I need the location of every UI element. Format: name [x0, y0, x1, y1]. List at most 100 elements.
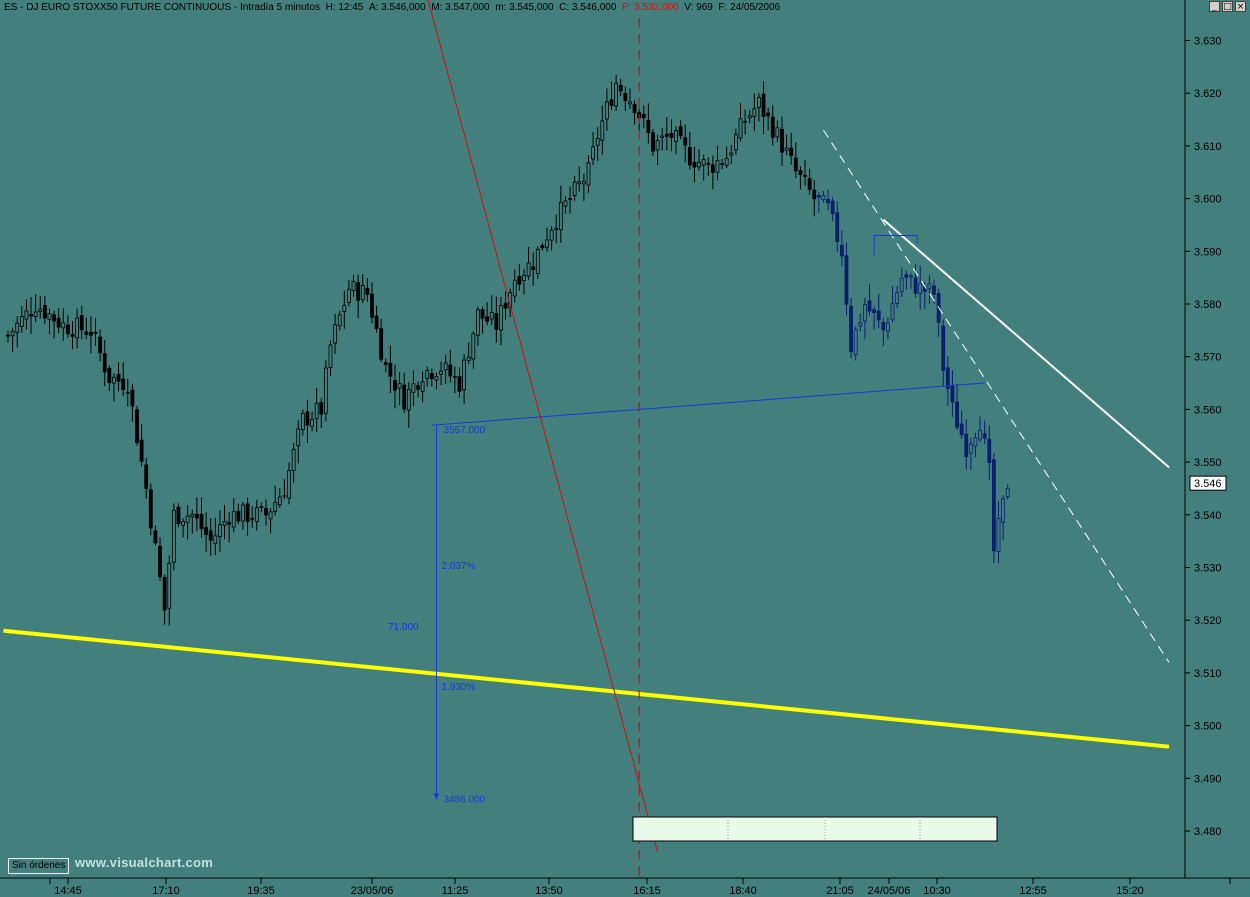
order-panel[interactable]: [632, 816, 998, 842]
candle-body: [581, 180, 586, 185]
candle-body: [231, 511, 236, 528]
x-tick-label: 24/05/06: [868, 885, 911, 897]
close-value: 3.546,000: [571, 2, 617, 13]
candle-body: [194, 513, 199, 519]
candle-body: [296, 428, 301, 447]
candle-body: [489, 312, 494, 320]
candle-body: [770, 116, 775, 138]
x-tick-label: 19:35: [247, 885, 275, 897]
candle-body: [522, 274, 526, 282]
candle-body: [724, 158, 729, 166]
candle-body: [139, 439, 144, 462]
candle-body: [443, 362, 448, 371]
maximize-button[interactable]: □: [1222, 1, 1233, 12]
candle-body: [462, 359, 466, 391]
candle-body: [991, 459, 996, 552]
candle-body: [531, 266, 536, 270]
candle-body: [816, 195, 821, 198]
symbol-title: ES - DJ EURO STOXX50 FUTURE CONTINUOUS -…: [4, 2, 320, 13]
date-value: 24/05/2006: [730, 2, 781, 13]
candle-body: [167, 562, 172, 609]
candle-body: [729, 152, 734, 156]
candle-body: [310, 418, 314, 427]
candle-body: [397, 383, 402, 389]
candle-body: [70, 333, 75, 337]
candle-body: [660, 135, 665, 138]
close-button[interactable]: ×: [1235, 1, 1246, 12]
orders-badge[interactable]: Sin órdenes: [8, 858, 70, 874]
candle-body: [614, 82, 619, 107]
candle-body: [56, 317, 61, 328]
candle-body: [452, 376, 457, 378]
price-chart[interactable]: 3557.000 3486.000 2.037% 71.000 1.930% 3.480…: [0, 0, 1250, 897]
plot-area: [0, 0, 1185, 878]
candle-body: [19, 316, 24, 327]
candle-body: [393, 380, 397, 391]
candle-body: [996, 518, 1001, 552]
candle-body: [218, 524, 222, 538]
window-controls: _ □ ×: [1209, 1, 1246, 12]
candle-body: [600, 120, 605, 141]
candle-body: [259, 506, 264, 508]
candle-body: [747, 115, 752, 119]
candle-body: [1005, 488, 1010, 498]
candle-body: [337, 314, 342, 327]
candle-body: [720, 163, 724, 165]
candle-body: [577, 181, 582, 185]
candle-body: [886, 322, 890, 332]
candle-body: [1001, 498, 1006, 523]
candle-body: [360, 285, 365, 300]
measure-mid-label: 1.930%: [441, 682, 475, 693]
measure-top-label: 3557.000: [443, 425, 485, 436]
candle-body: [121, 378, 126, 391]
candle-body: [499, 305, 503, 331]
candle-body: [710, 164, 715, 173]
candle-body: [227, 521, 232, 525]
candle-body: [849, 305, 853, 353]
candle-body: [766, 112, 771, 117]
candle-body: [572, 181, 577, 196]
y-tick-label: 3.590: [1194, 246, 1222, 258]
candle-body: [328, 344, 333, 368]
candle-body: [554, 227, 559, 231]
high-value: 3.547,000: [445, 2, 490, 13]
candle-body: [863, 304, 867, 322]
x-axis: 14:45 17:10 19:35 23/05/06 11:25 13:50 16:15 18…: [49, 878, 1231, 897]
candle-body: [33, 311, 38, 317]
candle-body: [904, 274, 909, 278]
candle-body: [512, 279, 517, 297]
candle-body: [674, 130, 678, 142]
candle-body: [664, 133, 669, 137]
minimize-button[interactable]: _: [1209, 1, 1220, 12]
candle-body: [876, 310, 881, 321]
candle-body: [494, 313, 499, 330]
low-value: 3.545,000: [509, 2, 554, 13]
candle-body: [181, 521, 185, 526]
candle-body: [236, 510, 241, 522]
candle-body: [439, 370, 443, 375]
candle-body: [264, 508, 268, 516]
candle-body: [890, 303, 895, 321]
candle-body: [651, 132, 655, 152]
y-tick-label: 3.630: [1194, 36, 1222, 48]
candle-body: [61, 322, 66, 329]
y-tick-label: 3.520: [1194, 615, 1222, 627]
x-tick-label: 14:45: [54, 885, 82, 897]
y-tick-label: 3.600: [1194, 194, 1222, 206]
x-tick-label: 17:10: [152, 885, 180, 897]
volume-value: 969: [696, 2, 713, 13]
candle-body: [623, 93, 628, 102]
y-tick-label: 3.560: [1194, 404, 1222, 416]
candle-body: [300, 413, 305, 431]
candle-body: [370, 293, 374, 318]
candle-body: [347, 288, 351, 303]
candle-body: [148, 489, 153, 529]
candle-body: [38, 308, 43, 312]
candle-body: [678, 126, 683, 137]
candle-body: [872, 309, 877, 314]
candle-body: [968, 443, 973, 454]
candle-body: [646, 120, 651, 133]
y-tick-label: 3.610: [1194, 141, 1222, 153]
y-tick-label: 3.530: [1194, 563, 1222, 575]
candle-body: [793, 157, 798, 172]
